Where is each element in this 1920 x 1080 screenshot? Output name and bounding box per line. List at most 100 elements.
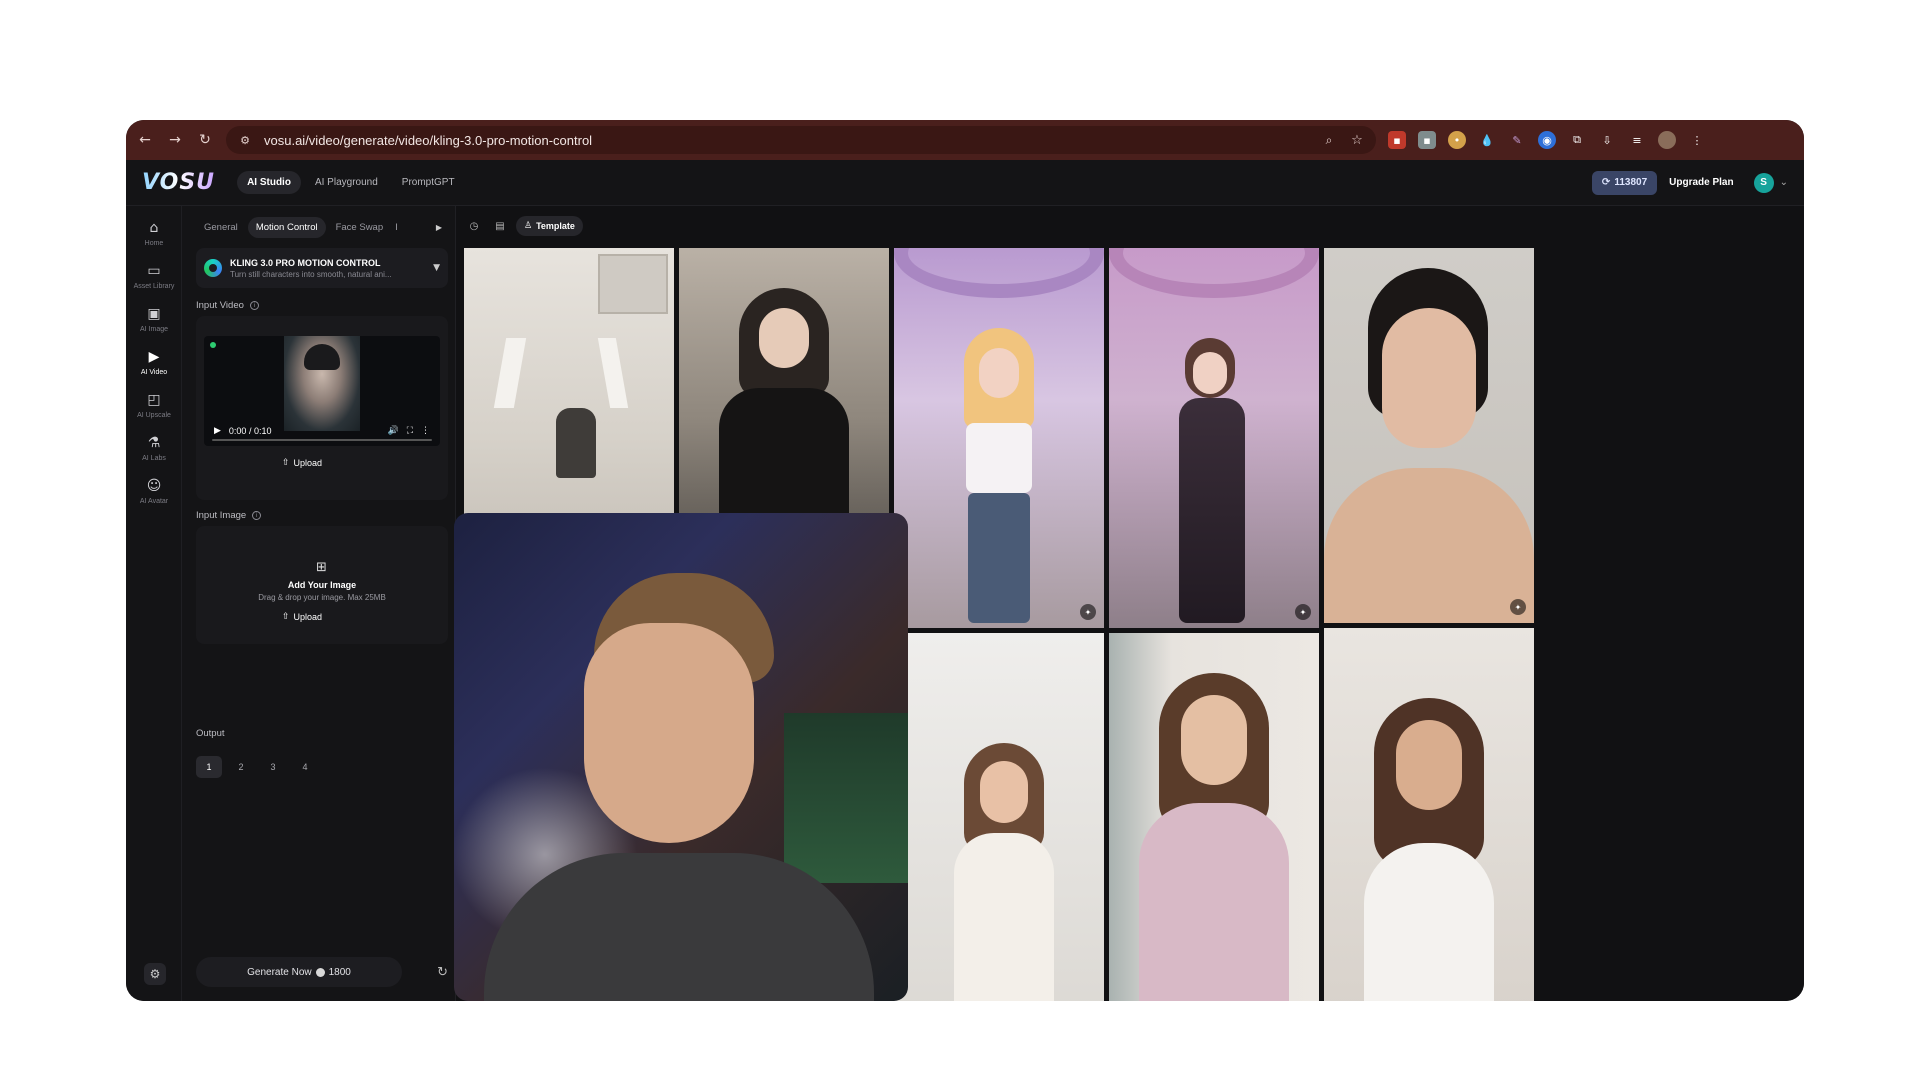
jeans-shape (968, 493, 1030, 623)
template-card[interactable]: ✦ (1324, 248, 1534, 623)
play-icon[interactable]: ▶ (214, 426, 221, 436)
video-progress-bar[interactable] (212, 439, 432, 441)
motion-icon[interactable]: ✦ (1080, 604, 1096, 620)
history-icon[interactable]: ◷ (464, 216, 484, 236)
settings-icon[interactable]: ⚙ (144, 963, 166, 985)
media-controls-icon[interactable]: ≡ (1628, 131, 1646, 149)
template-button[interactable]: ♙ Template (516, 216, 583, 236)
more-options-icon[interactable]: ⋮ (421, 426, 430, 436)
vosu-logo[interactable]: VOSU (142, 170, 215, 195)
model-description: Turn still characters into smooth, natur… (230, 269, 392, 279)
extension-blue-icon[interactable]: ◉ (1538, 131, 1556, 149)
tab-ai-playground[interactable]: AI Playground (305, 171, 388, 194)
extension-feather-icon[interactable]: ✎ (1508, 131, 1526, 149)
top-shape (966, 423, 1032, 493)
mode-tabs: General Motion Control Face Swap I ▶ (196, 216, 442, 238)
refresh-icon[interactable]: ↻ (437, 965, 448, 980)
bookmark-star-icon[interactable]: ☆ (1348, 131, 1366, 149)
extension-cookie-icon[interactable]: • (1448, 131, 1466, 149)
ceiling-vent (598, 254, 668, 314)
credit-coin-icon (315, 967, 325, 977)
profile-avatar-icon[interactable] (1658, 131, 1676, 149)
chevron-down-icon[interactable]: ⌄ (1780, 177, 1788, 188)
generate-now-button[interactable]: Generate Now 1800 (196, 957, 402, 987)
extensions-puzzle-icon[interactable]: ⧉ (1568, 131, 1586, 149)
upscale-icon: ◰ (147, 392, 161, 408)
side-navigation: ⌂ Home ▭ Asset Library ▣ AI Image ▶ AI V… (126, 206, 182, 1001)
ceiling-ring (894, 248, 1104, 298)
shoulders-shape (1324, 468, 1534, 623)
tab-truncated[interactable]: I (393, 217, 400, 238)
chevron-down-icon: ▼ (433, 263, 440, 273)
tab-face-swap[interactable]: Face Swap (328, 217, 392, 238)
rail-item-ai-labs[interactable]: ⚗ AI Labs (126, 435, 182, 462)
rail-item-home[interactable]: ⌂ Home (126, 220, 182, 247)
template-card[interactable] (1324, 628, 1534, 1001)
background-plant (784, 713, 908, 883)
tab-promptgpt[interactable]: PromptGPT (392, 171, 465, 194)
template-card[interactable]: ✦ (1109, 248, 1319, 628)
url-text: vosu.ai/video/generate/video/kling-3.0-p… (264, 132, 593, 148)
rail-item-ai-image[interactable]: ▣ AI Image (126, 306, 182, 333)
input-image-dropzone[interactable]: ⊞ Add Your Image Drag & drop your image.… (196, 526, 448, 644)
reload-icon[interactable]: ↻ (196, 131, 214, 149)
status-dot (210, 342, 216, 348)
credits-count: 113807 (1614, 177, 1648, 188)
avatar-icon: ☺ (146, 478, 162, 494)
upload-video-button[interactable]: ⇧ Upload (274, 454, 330, 472)
upload-label: Upload (293, 458, 323, 468)
rail-label: AI Avatar (139, 498, 169, 505)
address-bar[interactable]: ⚙ vosu.ai/video/generate/video/kling-3.0… (226, 126, 1376, 154)
credits-badge[interactable]: ⟳ 113807 (1591, 170, 1658, 195)
output-option-4[interactable]: 4 (292, 756, 318, 778)
input-video-dropzone[interactable]: ▶ 0:00 / 0:10 🔊 ⛶ ⋮ ⇧ Upload (196, 316, 448, 500)
zoom-icon[interactable]: ⌕ (1320, 131, 1338, 149)
volume-icon[interactable]: 🔊 (387, 426, 398, 436)
info-icon[interactable]: i (252, 511, 262, 520)
download-icon[interactable]: ⇩ (1598, 131, 1616, 149)
model-selector[interactable]: KLING 3.0 PRO MOTION CONTROL Turn still … (196, 248, 448, 288)
extension-drop-icon[interactable]: 💧 (1478, 131, 1496, 149)
rail-item-ai-upscale[interactable]: ◰ AI Upscale (126, 392, 182, 419)
output-label: Output (196, 728, 225, 739)
motion-icon[interactable]: ✦ (1295, 604, 1311, 620)
chevron-right-icon[interactable]: ▶ (436, 223, 442, 232)
rail-item-ai-avatar[interactable]: ☺ AI Avatar (126, 478, 182, 505)
motion-icon[interactable]: ✦ (1510, 599, 1526, 615)
output-label-text: Output (196, 728, 225, 739)
credits-icon: ⟳ (1601, 177, 1611, 188)
output-option-2[interactable]: 2 (228, 756, 254, 778)
template-card[interactable]: ✦ (894, 248, 1104, 628)
info-icon[interactable]: i (249, 301, 259, 310)
gallery-icon[interactable]: ▤ (490, 216, 510, 236)
user-avatar[interactable]: S (1753, 172, 1774, 193)
rail-label: AI Image (139, 326, 168, 333)
rail-item-ai-video[interactable]: ▶ AI Video (126, 349, 182, 376)
video-player[interactable]: ▶ 0:00 / 0:10 🔊 ⛶ ⋮ (204, 336, 440, 446)
browser-menu-icon[interactable]: ⋮ (1688, 131, 1706, 149)
template-card[interactable] (1109, 633, 1319, 1001)
upload-image-button[interactable]: ⇧ Upload (274, 608, 330, 626)
webcam-overlay (454, 513, 908, 1001)
add-image-icon: ⊞ (316, 560, 327, 575)
output-option-3[interactable]: 3 (260, 756, 286, 778)
extension-grey-icon[interactable]: ▪ (1418, 131, 1436, 149)
site-settings-icon[interactable]: ⚙ (236, 131, 254, 149)
input-image-label-text: Input Image (196, 510, 247, 521)
upgrade-plan-button[interactable]: Upgrade Plan (1657, 171, 1745, 195)
fullscreen-icon[interactable]: ⛶ (407, 426, 413, 436)
tab-general[interactable]: General (196, 217, 246, 238)
tab-ai-studio[interactable]: AI Studio (237, 171, 301, 194)
home-icon: ⌂ (149, 220, 159, 236)
input-image-label: Input Image i (196, 510, 262, 521)
tab-motion-control[interactable]: Motion Control (247, 216, 326, 238)
output-option-1[interactable]: 1 (196, 756, 222, 778)
input-video-label: Input Video i (196, 300, 259, 311)
forward-arrow-icon[interactable]: → (166, 131, 184, 149)
back-arrow-icon[interactable]: ← (136, 131, 154, 149)
template-card[interactable] (894, 633, 1104, 1001)
rail-label: Asset Library (133, 283, 175, 290)
extension-red-icon[interactable]: ▪ (1388, 131, 1406, 149)
template-label: Template (536, 221, 575, 231)
rail-item-asset-library[interactable]: ▭ Asset Library (126, 263, 182, 290)
